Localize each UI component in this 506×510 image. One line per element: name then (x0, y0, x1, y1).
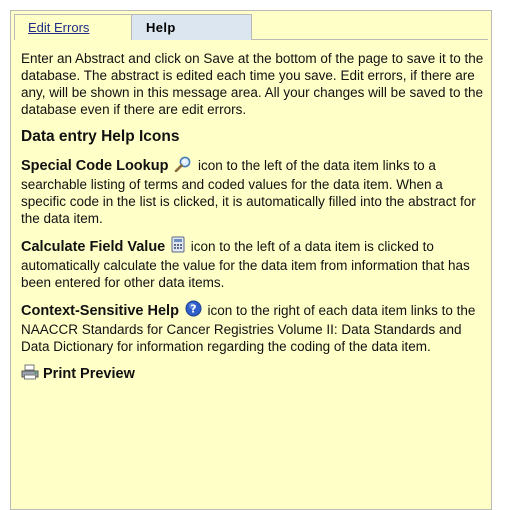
help-icon: ? (185, 300, 202, 321)
help-item-context-sensitive-help: Context-Sensitive Help ? icon to the rig… (21, 300, 489, 355)
tab-edit-errors[interactable]: Edit Errors (14, 14, 132, 40)
print-preview-label[interactable]: Print Preview (43, 366, 135, 383)
term-label: Special Code Lookup (21, 158, 169, 174)
help-content: Enter an Abstract and click on Save at t… (21, 50, 489, 384)
tab-bar: Edit Errors Help (14, 14, 488, 40)
printer-icon (21, 364, 39, 384)
intro-text: Enter an Abstract and click on Save at t… (21, 51, 484, 117)
section-heading: Data entry Help Icons (21, 128, 180, 145)
svg-text:?: ? (190, 303, 196, 316)
help-item-special-code-lookup: Special Code Lookup icon to the left of … (21, 156, 489, 227)
term-label: Calculate Field Value (21, 239, 166, 255)
calculator-icon (171, 236, 185, 257)
tab-help[interactable]: Help (132, 14, 252, 40)
tab-bar-spacer (252, 14, 488, 40)
print-preview-button[interactable]: Print Preview (21, 364, 489, 384)
help-item-calculate-field-value: Calculate Field Value icon to the left o… (21, 236, 489, 291)
magnifier-icon (174, 156, 192, 176)
term-label: Context-Sensitive Help (21, 303, 179, 319)
